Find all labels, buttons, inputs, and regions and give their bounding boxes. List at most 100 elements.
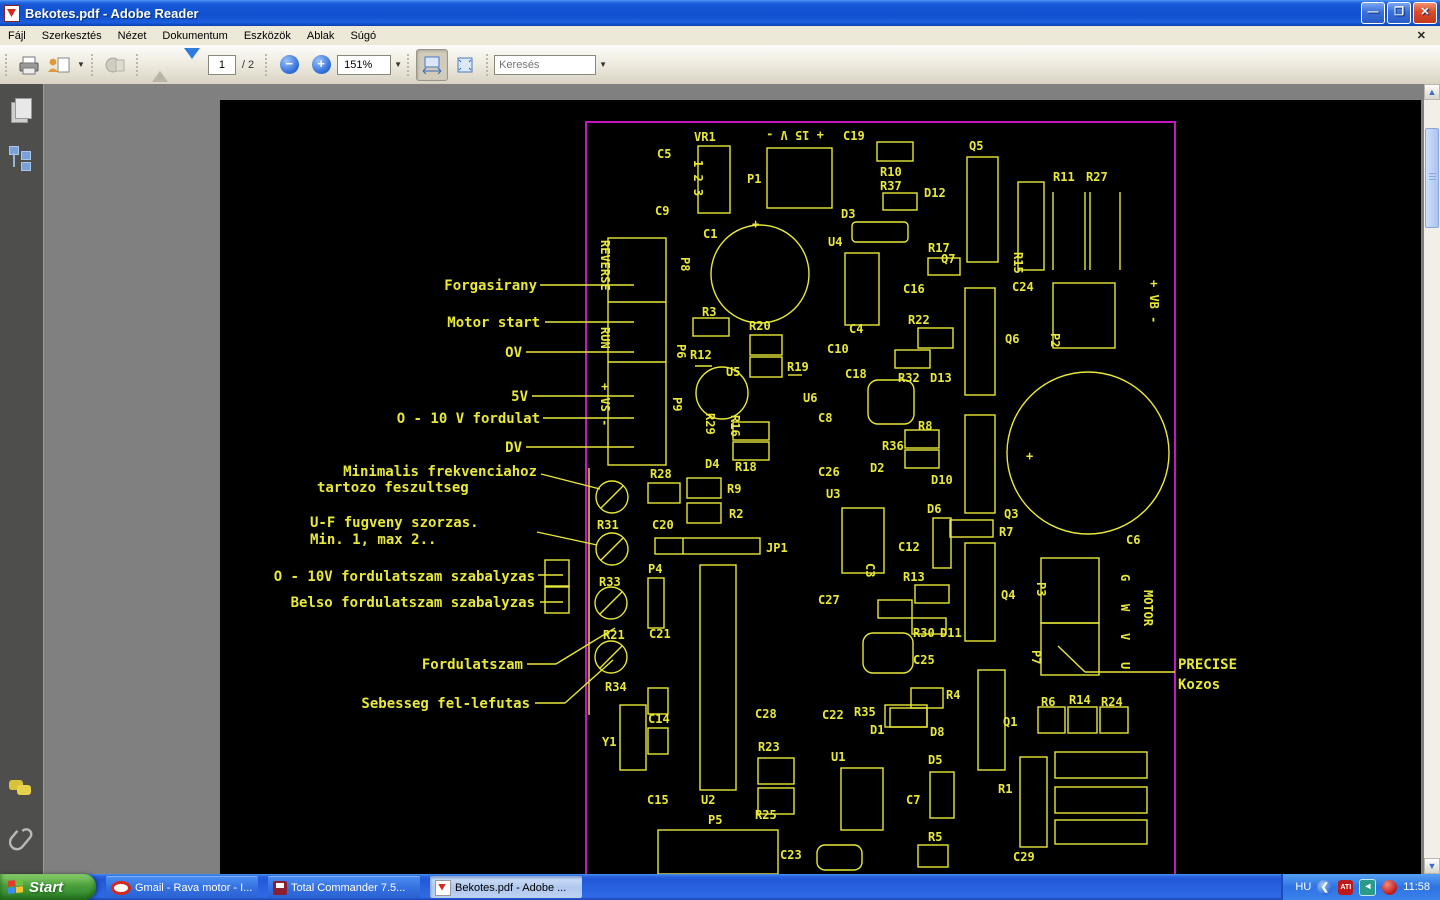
toolbar-grip bbox=[406, 53, 411, 77]
pcb-shape bbox=[965, 288, 995, 395]
pcb-shape bbox=[883, 193, 917, 210]
close-document-icon[interactable]: ✕ bbox=[1417, 29, 1426, 42]
pages-panel-icon[interactable] bbox=[9, 98, 35, 124]
volume-tray-icon[interactable]: ◄ bbox=[1359, 879, 1376, 896]
antivirus-tray-icon[interactable] bbox=[1382, 880, 1397, 895]
pcb-label: + 15 V - bbox=[766, 128, 824, 142]
pcb-shape bbox=[1038, 707, 1065, 733]
email-button[interactable]: ▼ bbox=[46, 50, 85, 80]
previous-page-button[interactable] bbox=[145, 50, 175, 80]
toolbar-grip bbox=[485, 53, 490, 77]
pcb-line bbox=[1058, 646, 1085, 672]
hide-icons-chevron[interactable]: ❮ bbox=[1317, 880, 1332, 895]
pcb-shape bbox=[852, 222, 908, 242]
zoom-level-input[interactable]: 151% bbox=[337, 55, 391, 75]
pcb-shape bbox=[1055, 787, 1147, 813]
taskbar-task-2[interactable]: Total Commander 7.5... bbox=[268, 876, 420, 898]
pcb-shape bbox=[965, 543, 995, 641]
search-input[interactable] bbox=[494, 55, 596, 75]
scroll-down-button[interactable]: ▼ bbox=[1424, 858, 1440, 874]
pcb-label: C7 bbox=[906, 793, 920, 807]
menu-item-3[interactable]: Nézet bbox=[110, 28, 155, 44]
attachments-panel-icon[interactable] bbox=[9, 826, 35, 852]
zoom-in-button[interactable]: + bbox=[306, 50, 336, 80]
menu-item-2[interactable]: Szerkesztés bbox=[34, 28, 110, 44]
pcb-label: R20 bbox=[749, 319, 771, 333]
scrolling-mode-button[interactable] bbox=[416, 49, 448, 81]
pcb-label: R27 bbox=[1086, 170, 1108, 184]
pcb-label: V bbox=[1118, 633, 1132, 640]
pcb-label: Kozos bbox=[1178, 677, 1220, 693]
plus-icon: + bbox=[312, 55, 331, 74]
start-button[interactable]: Start bbox=[0, 874, 96, 900]
pcb-label: C10 bbox=[827, 342, 849, 356]
pcb-shape bbox=[918, 328, 953, 348]
menu-item-7[interactable]: Súgó bbox=[342, 28, 384, 44]
pcb-shape bbox=[1068, 707, 1097, 733]
pcb-label: R21 bbox=[603, 628, 625, 642]
pcb-label: R11 bbox=[1053, 170, 1075, 184]
zoom-out-button[interactable]: − bbox=[274, 50, 304, 80]
pcb-label: C9 bbox=[655, 204, 669, 218]
toolbar-grip bbox=[264, 53, 269, 77]
vertical-scrollbar[interactable]: ▲ ▼ bbox=[1424, 84, 1440, 874]
next-page-button[interactable] bbox=[177, 50, 207, 80]
pcb-label: C25 bbox=[913, 653, 935, 667]
pcb-shape bbox=[648, 483, 680, 503]
minimize-button[interactable]: — bbox=[1361, 2, 1385, 24]
pcb-shape bbox=[620, 705, 646, 770]
bookmarks-panel-icon[interactable] bbox=[9, 146, 35, 172]
pcb-label: R31 bbox=[597, 518, 619, 532]
pcb-shape bbox=[1041, 623, 1099, 675]
menu-item-4[interactable]: Dokumentum bbox=[154, 28, 235, 44]
comments-panel-icon[interactable] bbox=[9, 778, 35, 804]
pcb-label: R4 bbox=[946, 688, 960, 702]
pcb-label: D4 bbox=[705, 457, 719, 471]
globe-doc-icon bbox=[103, 55, 127, 75]
close-button[interactable]: ✕ bbox=[1413, 2, 1437, 24]
pcb-shape bbox=[750, 357, 782, 377]
pcb-label: R22 bbox=[908, 313, 930, 327]
pcb-shape bbox=[915, 585, 949, 603]
print-button[interactable] bbox=[14, 50, 44, 80]
pcb-label: R33 bbox=[599, 575, 621, 589]
scroll-up-button[interactable]: ▲ bbox=[1424, 84, 1440, 100]
pcb-shape bbox=[1055, 752, 1147, 778]
pcb-label: R24 bbox=[1101, 695, 1123, 709]
pcb-label: R28 bbox=[650, 467, 672, 481]
pcb-label: OV bbox=[505, 345, 522, 361]
minus-icon: − bbox=[280, 55, 299, 74]
pcb-label: C1 bbox=[703, 227, 717, 241]
pcb-shape bbox=[648, 728, 668, 754]
scrollbar-thumb[interactable] bbox=[1425, 128, 1439, 228]
menu-item-5[interactable]: Eszközök bbox=[236, 28, 299, 44]
pcb-label: P5 bbox=[708, 813, 722, 827]
language-indicator[interactable]: HU bbox=[1295, 881, 1311, 893]
menu-item-6[interactable]: Ablak bbox=[299, 28, 343, 44]
menu-item-1[interactable]: Fájl bbox=[0, 28, 34, 44]
collaboration-button-disabled[interactable] bbox=[100, 50, 130, 80]
pcb-label: W bbox=[1118, 604, 1132, 612]
pcb-shape bbox=[655, 538, 760, 554]
toolbar-grip bbox=[135, 53, 140, 77]
zoom-dropdown-caret[interactable]: ▼ bbox=[394, 60, 402, 69]
taskbar-task-1[interactable]: Gmail - Rava motor - I... bbox=[106, 876, 258, 898]
pcb-shape bbox=[890, 708, 927, 727]
pcb-label: D5 bbox=[928, 753, 942, 767]
pcb-label: C28 bbox=[755, 707, 777, 721]
taskbar-task-3[interactable]: Bekotes.pdf - Adobe ... bbox=[430, 876, 582, 898]
pcb-label: Q6 bbox=[1005, 332, 1019, 346]
fit-page-button[interactable] bbox=[450, 50, 480, 80]
ati-tray-icon[interactable]: ATI bbox=[1338, 880, 1353, 895]
restore-button[interactable]: ❐ bbox=[1387, 2, 1411, 24]
pcb-shape bbox=[978, 670, 1005, 770]
pcb-shape bbox=[918, 845, 948, 867]
pcb-label: + VS - bbox=[598, 383, 612, 426]
search-dropdown-caret[interactable]: ▼ bbox=[599, 60, 607, 69]
pcb-label: O - 10V fordulatszam szabalyzas bbox=[274, 569, 535, 585]
page-number-input[interactable]: 1 bbox=[208, 55, 236, 75]
pcb-label: C22 bbox=[822, 708, 844, 722]
system-tray: HU ❮ ATI ◄ 11:58 bbox=[1281, 874, 1440, 900]
pcb-label: U2 bbox=[701, 793, 715, 807]
navigation-pane bbox=[0, 84, 44, 874]
